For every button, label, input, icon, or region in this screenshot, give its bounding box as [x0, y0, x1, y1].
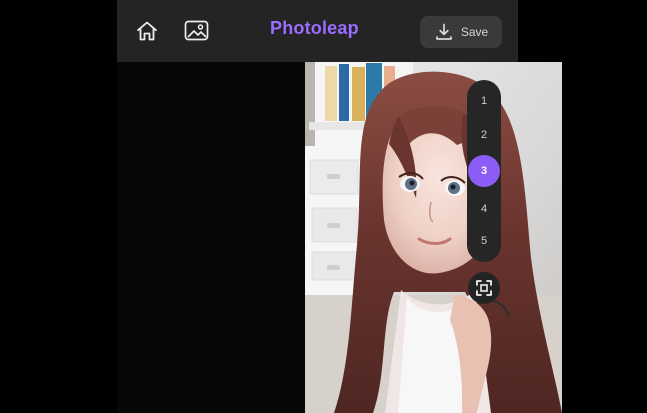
- image-icon: [184, 20, 208, 41]
- version-5-button[interactable]: 5: [472, 229, 496, 253]
- expand-icon: [476, 280, 492, 296]
- gallery-button[interactable]: [181, 16, 211, 46]
- home-icon: [137, 21, 157, 41]
- fullscreen-button[interactable]: [468, 272, 500, 304]
- save-label: Save: [460, 25, 489, 39]
- home-button[interactable]: [132, 16, 162, 46]
- save-button[interactable]: Save: [420, 16, 502, 48]
- download-icon: [435, 23, 452, 40]
- version-rail: 1 2 3 4 5: [467, 80, 501, 262]
- version-1-button[interactable]: 1: [472, 89, 496, 113]
- top-bar: Photoleap Save: [117, 0, 518, 62]
- app-title: Photoleap: [270, 18, 359, 38]
- edited-photo[interactable]: [305, 62, 562, 413]
- version-2-button[interactable]: 2: [472, 123, 496, 147]
- version-4-button[interactable]: 4: [472, 197, 496, 221]
- portrait-image: [305, 62, 562, 413]
- photo-editor-app: Photoleap Save 1 2 3 4 5: [117, 0, 562, 413]
- screen: Photoleap Save 1 2 3 4 5: [0, 0, 647, 413]
- version-3-button[interactable]: 3: [468, 155, 500, 187]
